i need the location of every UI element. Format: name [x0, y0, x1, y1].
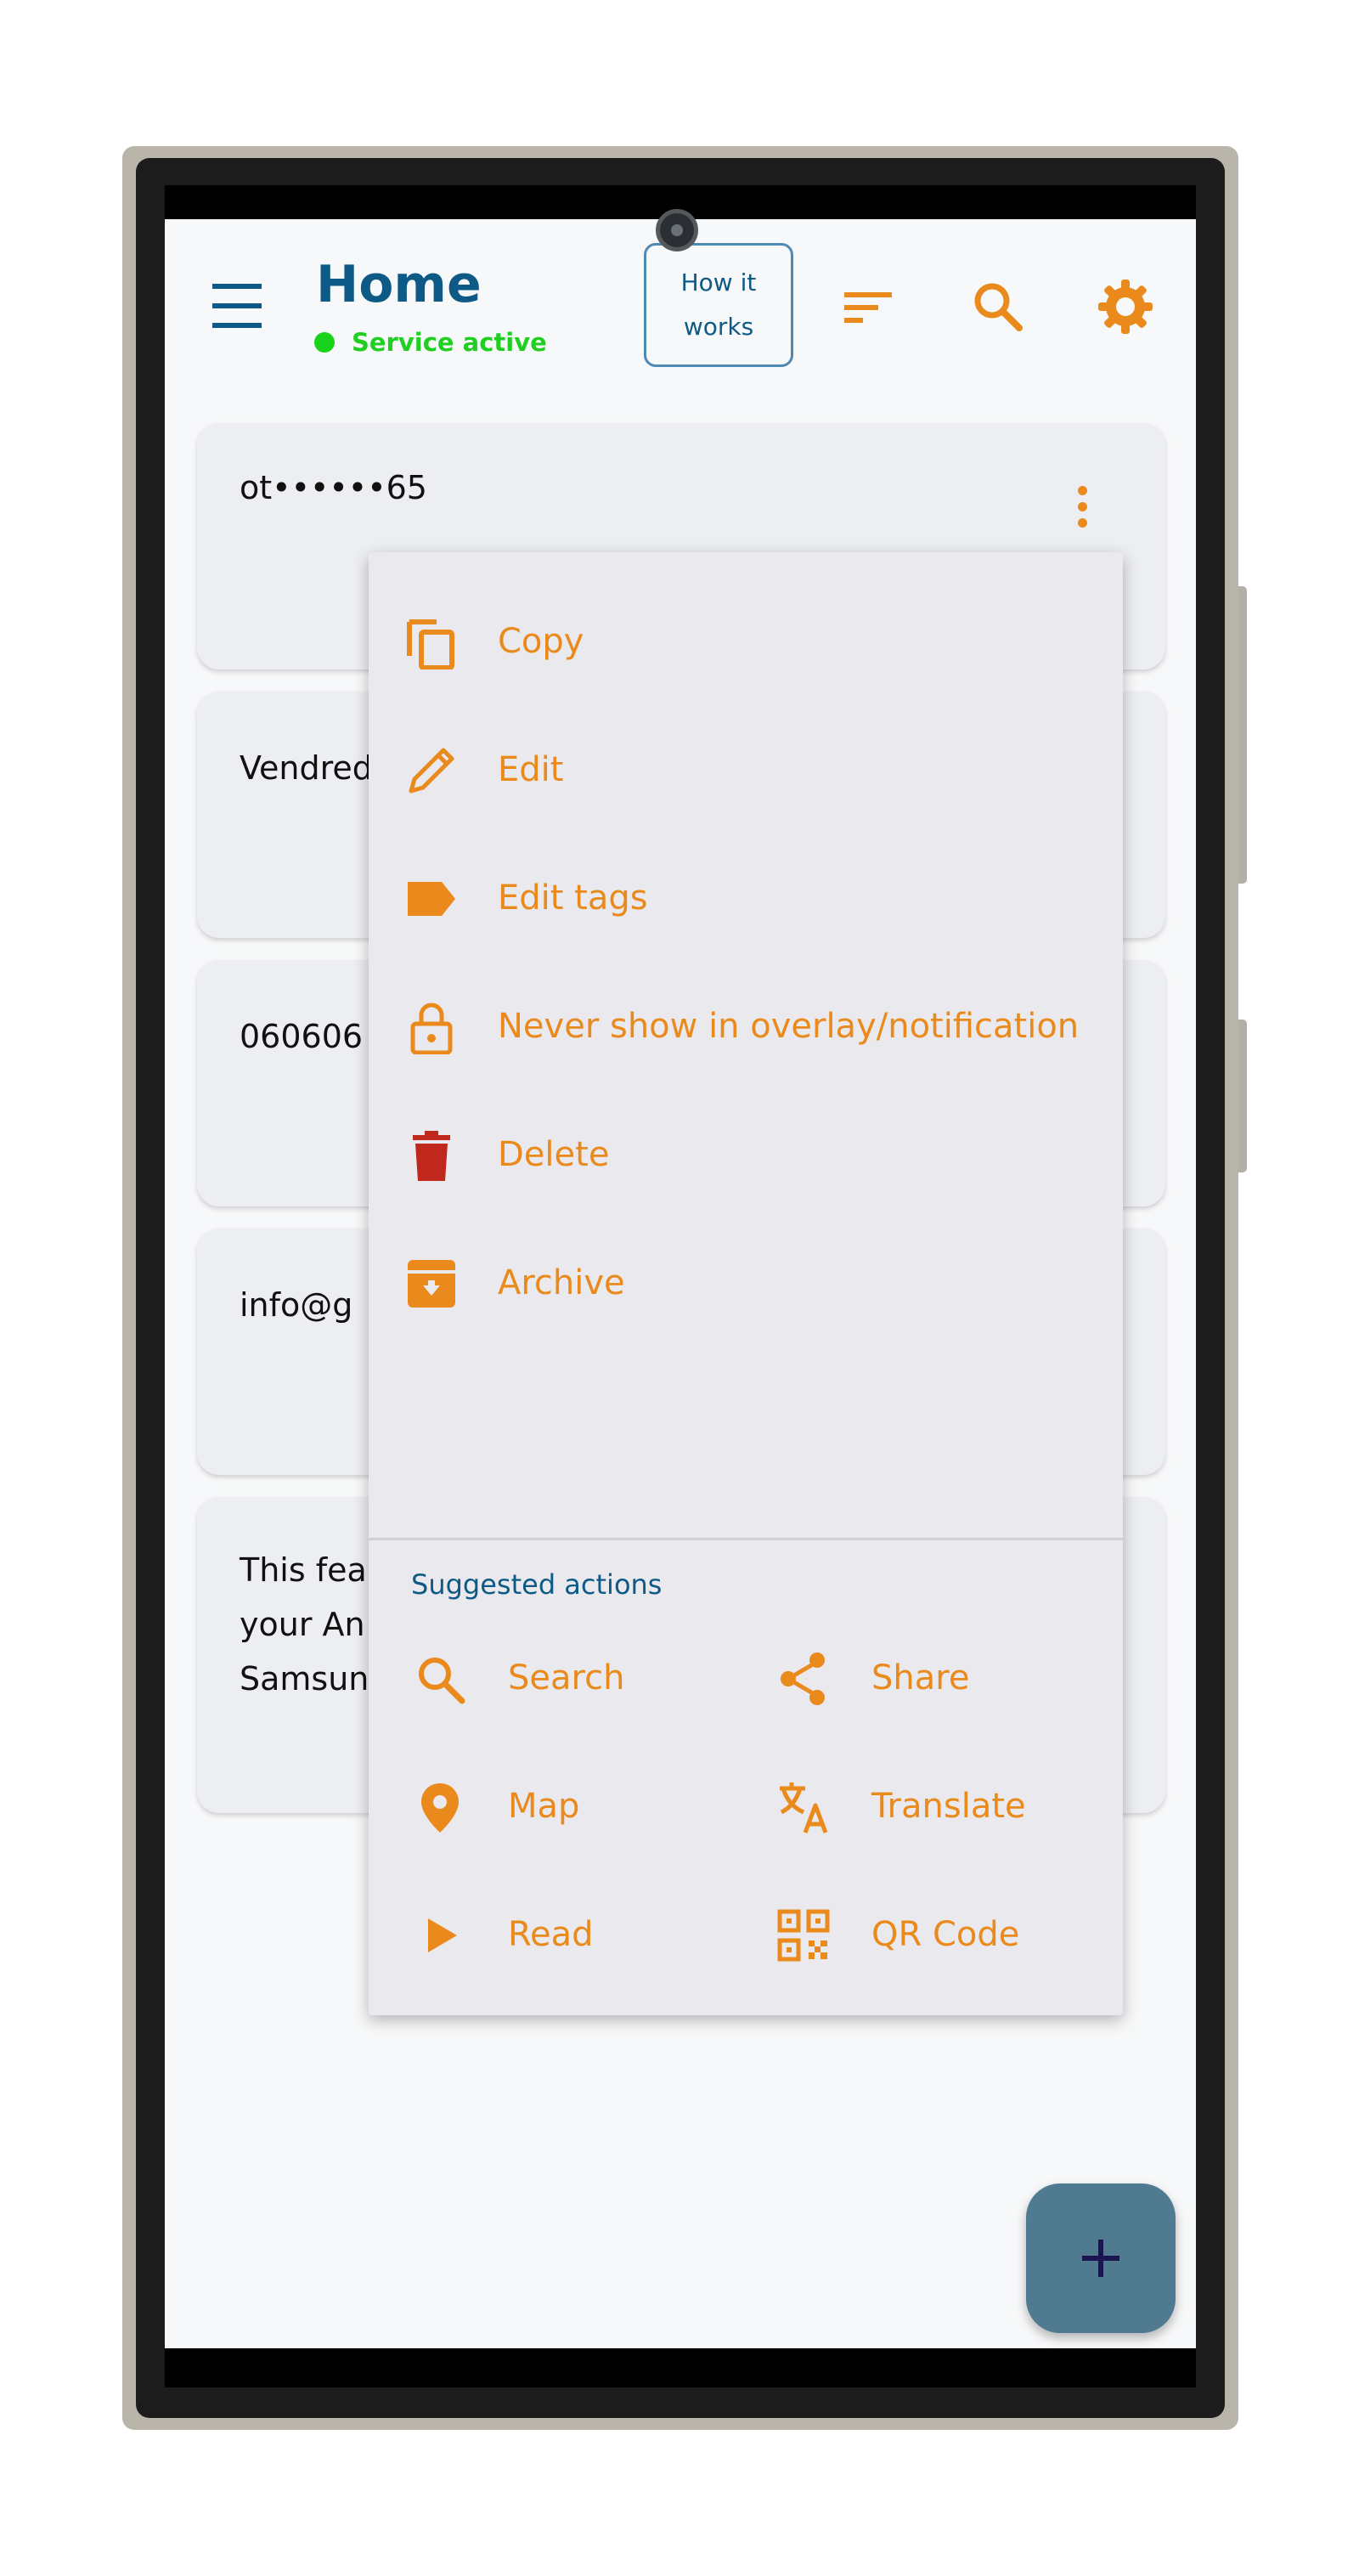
navigation-bar	[165, 2348, 1196, 2387]
suggested-search[interactable]: Search	[369, 1614, 725, 1742]
share-icon	[781, 1652, 825, 1705]
menu-label: Archive	[498, 1263, 625, 1302]
translate-icon	[780, 1782, 828, 1833]
tag-icon	[408, 882, 455, 916]
menu-item-copy[interactable]: Copy	[369, 578, 1123, 705]
suggested-label: Share	[871, 1658, 970, 1698]
menu-label: Never show in overlay/notification	[498, 1007, 1080, 1046]
menu-item-never-show[interactable]: Never show in overlay/notification	[369, 963, 1123, 1090]
front-camera	[656, 209, 698, 251]
play-icon	[428, 1918, 457, 1952]
suggested-label: Map	[508, 1787, 580, 1826]
more-vert-icon[interactable]	[1075, 486, 1089, 534]
menu-label: Delete	[498, 1135, 610, 1174]
page-title: Home	[316, 255, 482, 314]
context-menu: Copy Edit Edit tags Never show in overla…	[369, 552, 1123, 2015]
menu-label: Edit	[498, 750, 564, 789]
clip-text: ot••••••65	[240, 469, 427, 506]
volume-button	[1238, 586, 1247, 884]
suggested-label: Translate	[871, 1787, 1026, 1826]
service-status: Service active	[314, 328, 547, 357]
suggested-label: QR Code	[871, 1915, 1020, 1954]
add-fab-button[interactable]	[1026, 2183, 1176, 2333]
qr-code-icon	[777, 1909, 830, 1962]
suggested-translate[interactable]: Translate	[732, 1743, 1089, 1870]
archive-icon	[408, 1260, 455, 1308]
copy-icon	[407, 619, 454, 669]
suggested-qr-code[interactable]: QR Code	[732, 1871, 1089, 1998]
gear-icon[interactable]	[1096, 277, 1155, 336]
menu-item-archive[interactable]: Archive	[369, 1219, 1123, 1347]
lock-icon	[410, 1003, 453, 1054]
suggested-map[interactable]: Map	[369, 1743, 725, 1870]
search-icon	[419, 1658, 465, 1704]
app-screen: Home Service active How it works ot•••••…	[165, 185, 1196, 2387]
pencil-icon	[409, 748, 454, 794]
suggested-actions-title: Suggested actions	[411, 1568, 663, 1601]
trash-icon	[413, 1131, 450, 1181]
search-icon[interactable]	[968, 277, 1028, 336]
menu-label: Edit tags	[498, 878, 648, 918]
status-dot-icon	[314, 332, 335, 353]
power-button	[1238, 1020, 1247, 1172]
suggested-label: Search	[508, 1658, 625, 1698]
menu-label: Copy	[498, 622, 584, 661]
suggested-label: Read	[508, 1915, 594, 1954]
suggested-share[interactable]: Share	[732, 1614, 1089, 1742]
how-it-works-button[interactable]: How it works	[644, 243, 793, 367]
sort-icon[interactable]	[839, 277, 899, 336]
menu-item-delete[interactable]: Delete	[369, 1091, 1123, 1218]
suggested-read[interactable]: Read	[369, 1871, 725, 1998]
menu-item-edit[interactable]: Edit	[369, 706, 1123, 833]
menu-item-edit-tags[interactable]: Edit tags	[369, 834, 1123, 962]
plus-icon	[1082, 2240, 1119, 2277]
menu-divider	[369, 1538, 1123, 1540]
map-pin-icon	[421, 1783, 459, 1833]
hamburger-menu-icon[interactable]	[212, 280, 262, 331]
status-text: Service active	[352, 328, 547, 357]
